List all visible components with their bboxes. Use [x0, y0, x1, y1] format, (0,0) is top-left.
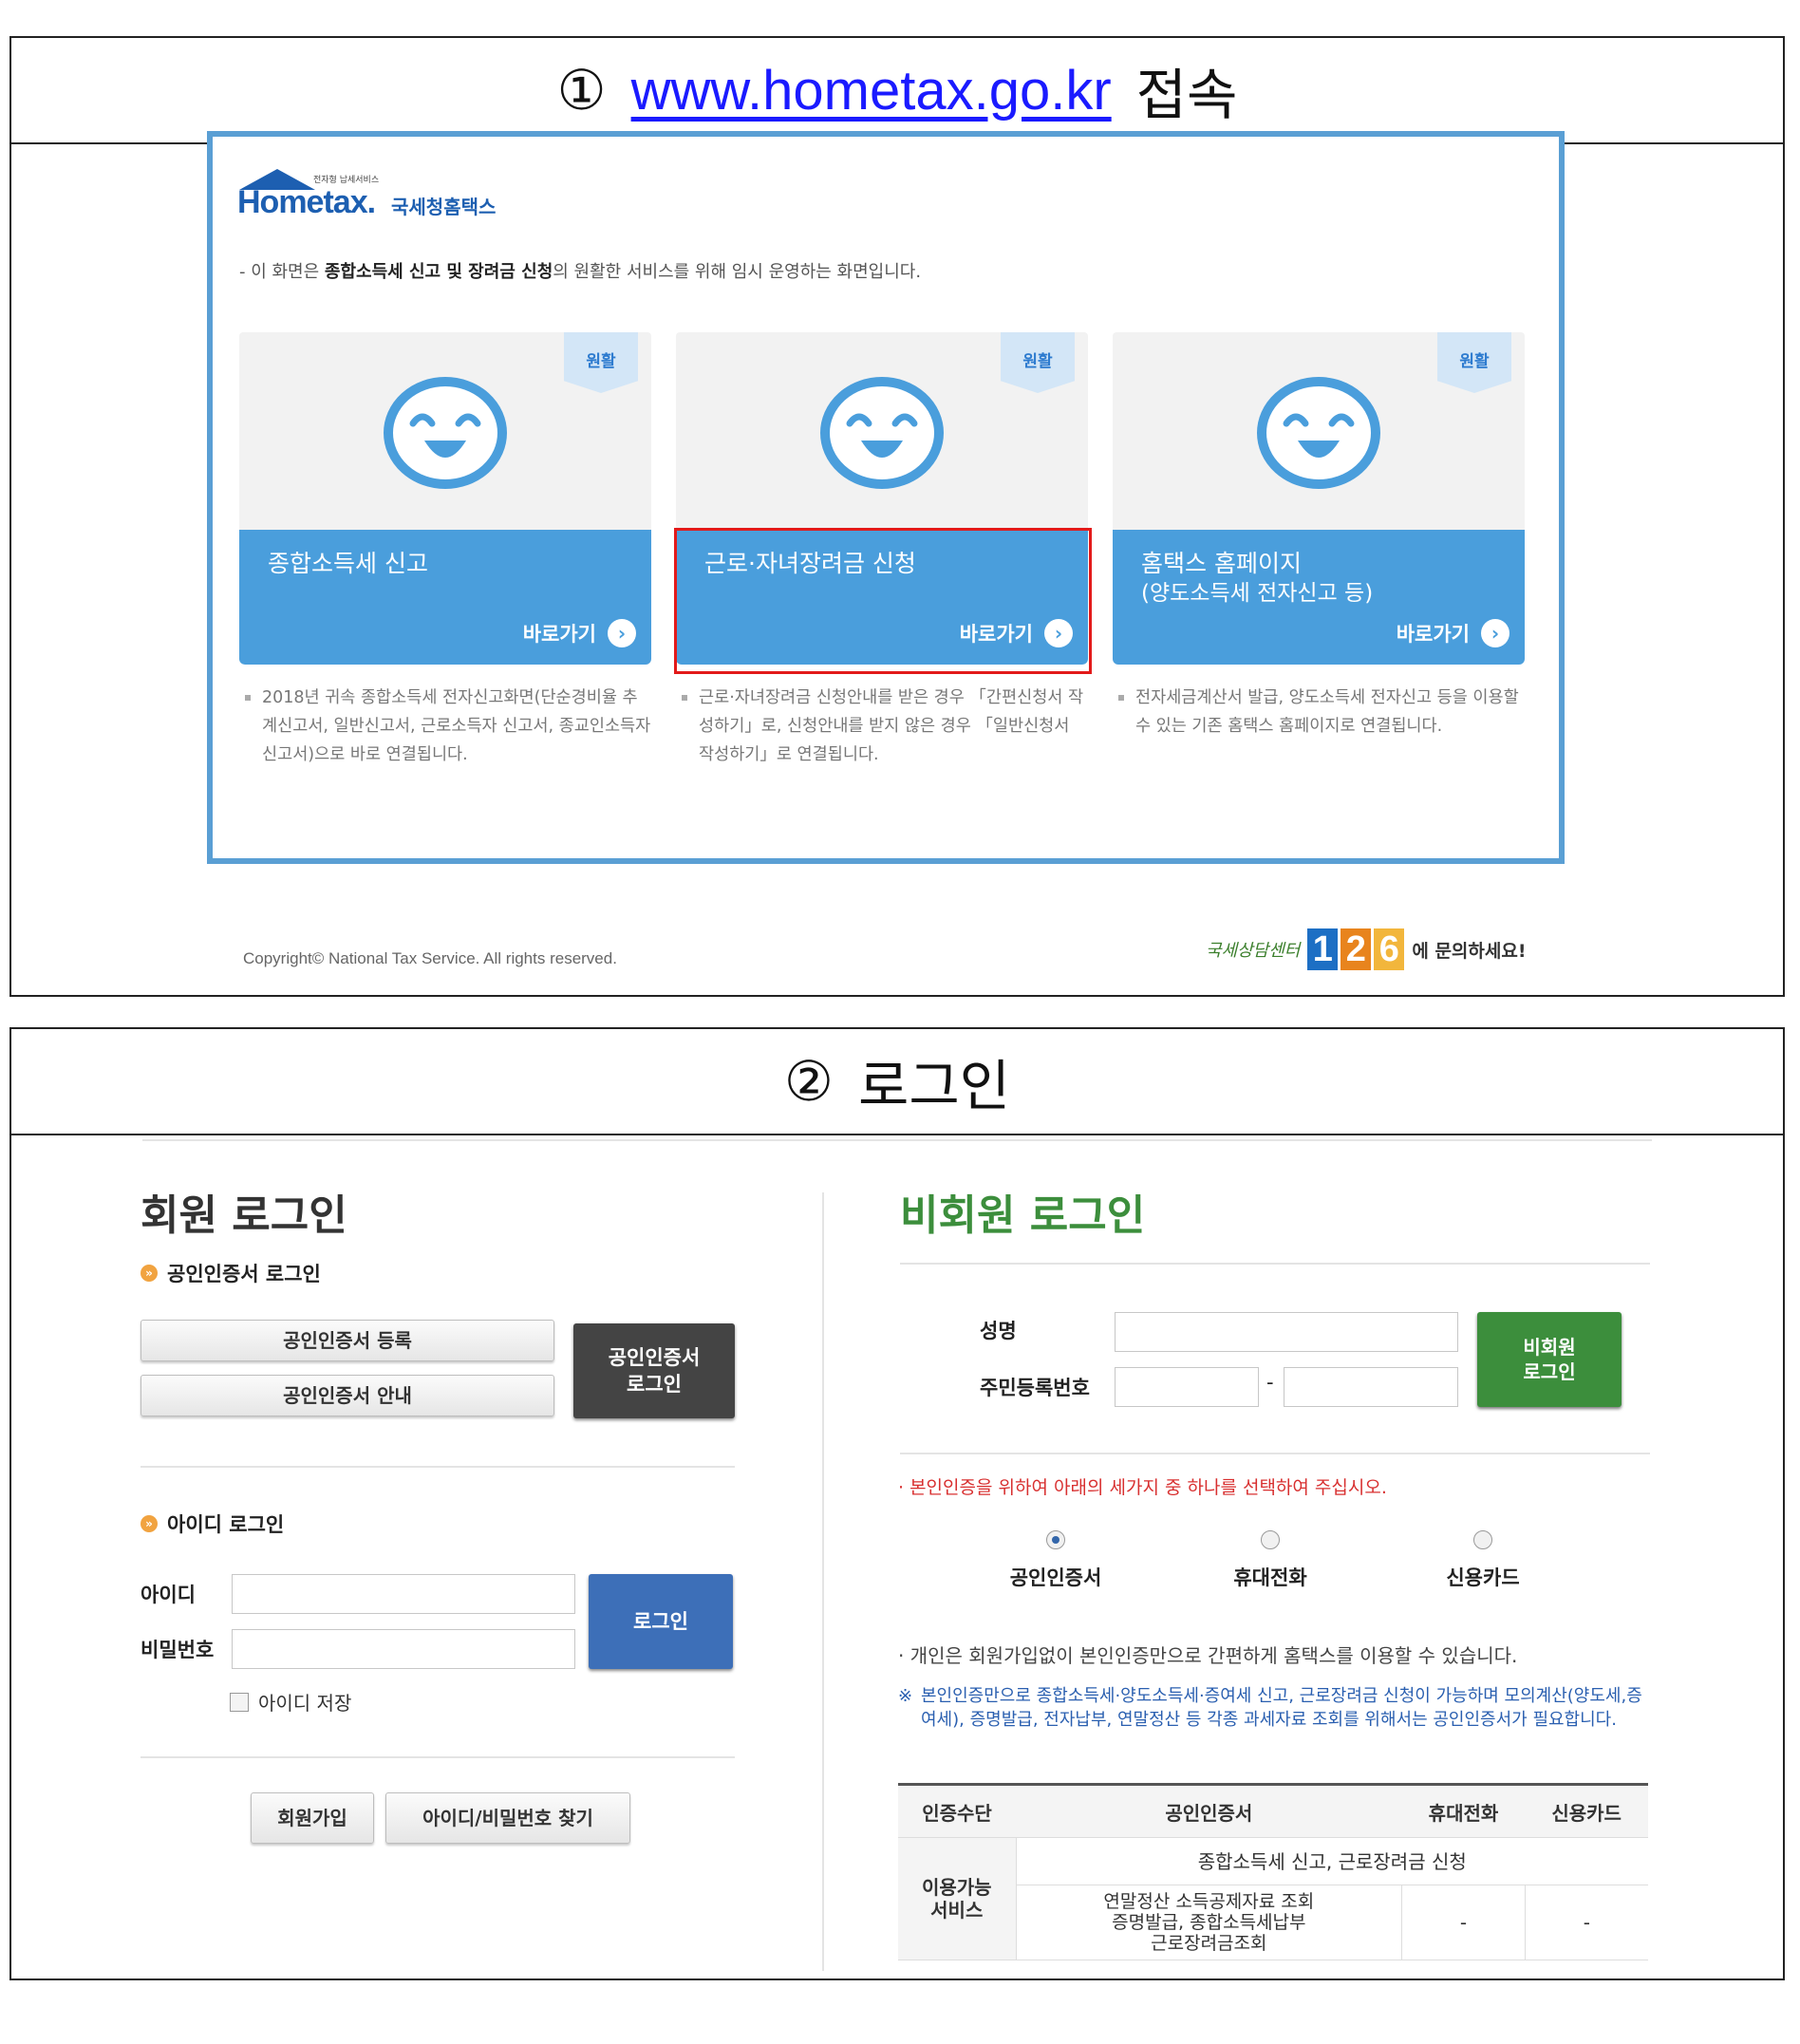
rrn-front-input[interactable] — [1115, 1367, 1259, 1407]
table-row-head: 이용가능 서비스 — [898, 1837, 1016, 1960]
logo-korean: 국세청홈택스 — [391, 196, 497, 218]
login-button[interactable]: 로그인 — [589, 1574, 733, 1669]
step2-action: 로그인 — [857, 1054, 1011, 1118]
rrn-separator: - — [1266, 1371, 1274, 1394]
chevron-right-icon: › — [608, 619, 636, 647]
hometax-landing-frame: 전자형 납세서비스 Hometax. 국세청홈택스 - 이 화면은 종합소득세 … — [207, 131, 1565, 864]
auth-option-phone[interactable]: 휴대전화 — [1194, 1530, 1346, 1591]
find-id-password-button[interactable]: 아이디/비밀번호 찾기 — [385, 1792, 630, 1844]
bullet-icon: » — [141, 1515, 158, 1532]
notice-highlight: 종합소득세 신고 및 장려금 신청 — [324, 262, 553, 282]
auth-service-table: 인증수단 공인인증서 휴대전화 신용카드 이용가능 서비스 종합소득세 신고, … — [898, 1783, 1648, 1960]
table-cell: 연말정산 소득공제자료 조회 증명발급, 종합소득세납부 근로장려금조회 — [1015, 1885, 1402, 1960]
radio-selected-icon[interactable] — [1046, 1530, 1065, 1549]
hometax-logo[interactable]: 전자형 납세서비스 Hometax. 국세청홈택스 — [237, 169, 541, 230]
step1-action: 접속 — [1135, 63, 1238, 127]
chevron-right-icon: › — [1481, 619, 1509, 647]
cert-login-button[interactable]: 공인인증서 로그인 — [573, 1323, 735, 1418]
login-column-divider — [822, 1192, 824, 1971]
login-top-divider — [142, 1139, 1652, 1141]
table-row: 이용가능 서비스 종합소득세 신고, 근로장려금 신청 — [898, 1837, 1648, 1960]
call-center-number: 1 2 6 — [1307, 928, 1405, 970]
divider — [900, 1263, 1650, 1265]
divider — [900, 1453, 1650, 1454]
step2-header: ② 로그인 — [11, 1029, 1783, 1135]
cert-register-button[interactable]: 공인인증서 등록 — [141, 1320, 554, 1361]
step1-number: ① — [556, 58, 607, 122]
card-description: 2018년 귀속 종합소득세 전자신고화면(단순경비율 추계신고서, 일반신고서… — [239, 684, 651, 769]
card-title: 종합소득세 신고 — [268, 550, 428, 577]
card-top: 원활 — [239, 332, 651, 530]
status-badge: 원활 — [1437, 332, 1511, 393]
table-header: 휴대전화 — [1401, 1783, 1526, 1838]
nonmember-login-button[interactable]: 비회원 로그인 — [1477, 1312, 1622, 1407]
rrn-label: 주민등록번호 — [980, 1377, 1090, 1399]
certificate-required-notice: ※ 본인인증만으로 종합소득세·양도소득세·증여세 신고, 근로장려금 신청이 … — [898, 1686, 1642, 1730]
table-header: 공인인증서 — [1016, 1783, 1402, 1838]
table-header: 신용카드 — [1525, 1783, 1648, 1838]
call-center-suffix: 에 문의하세요! — [1412, 940, 1527, 962]
call-center-label: 국세상담센터 — [1206, 941, 1301, 961]
divider — [141, 1466, 735, 1468]
highlight-box — [674, 528, 1092, 674]
auth-option-card[interactable]: 신용카드 — [1407, 1530, 1559, 1591]
card-top: 원활 — [676, 332, 1088, 530]
auth-option-certificate[interactable]: 공인인증서 — [980, 1530, 1132, 1591]
step1-header: ① www.hometax.go.kr 접속 — [11, 38, 1783, 144]
landing-notice: - 이 화면은 종합소득세 신고 및 장려금 신청의 원활한 서비스를 위해 임… — [239, 262, 922, 282]
copyright-text: Copyright© National Tax Service. All rig… — [243, 949, 617, 967]
cert-login-heading: » 공인인증서 로그인 — [141, 1259, 321, 1287]
save-id-checkbox[interactable]: 아이디 저장 — [230, 1688, 351, 1716]
hometax-url-link[interactable]: www.hometax.go.kr — [631, 59, 1112, 122]
divider — [141, 1756, 735, 1758]
bullet-icon: » — [141, 1265, 158, 1282]
table-cell: 종합소득세 신고, 근로장려금 신청 — [1015, 1837, 1648, 1885]
join-button[interactable]: 회원가입 — [251, 1792, 374, 1844]
auth-select-notice: · 본인인증을 위하여 아래의 세가지 중 하나를 선택하여 주십시오. — [898, 1477, 1387, 1498]
individual-notice: · 개인은 회원가입없이 본인인증만으로 간편하게 홈택스를 이용할 수 있습니… — [898, 1644, 1518, 1667]
member-login-title: 회원 로그인 — [141, 1191, 347, 1240]
id-input[interactable] — [232, 1574, 575, 1614]
step2-number: ② — [783, 1049, 834, 1114]
logo-wordmark: Hometax. — [237, 184, 376, 220]
go-link[interactable]: 바로가기 › — [523, 619, 636, 647]
go-link[interactable]: 바로가기 › — [1397, 619, 1509, 647]
call-center-banner: 국세상담센터 1 2 6 에 문의하세요! — [1206, 928, 1527, 970]
nonmember-login-title: 비회원 로그인 — [900, 1191, 1146, 1240]
id-login-heading: » 아이디 로그인 — [141, 1510, 284, 1538]
card-hometax-homepage: 원활 홈택스 홈페이지 (양도소득세 전자신고 등) 바로가기 › 전자세금계산서… — [1113, 332, 1525, 741]
name-input[interactable] — [1115, 1312, 1458, 1352]
smiley-face-icon — [1257, 377, 1380, 489]
card-subtitle: (양도소득세 전자신고 등) — [1141, 581, 1374, 606]
password-input[interactable] — [232, 1629, 575, 1669]
card-income-tax-button[interactable]: 종합소득세 신고 바로가기 › — [239, 530, 651, 665]
name-label: 성명 — [980, 1320, 1017, 1342]
table-header: 인증수단 — [898, 1783, 1016, 1838]
radio-icon[interactable] — [1473, 1530, 1492, 1549]
table-cell: - — [1401, 1885, 1526, 1960]
status-badge: 원활 — [1001, 332, 1075, 393]
password-label: 비밀번호 — [141, 1639, 215, 1661]
smiley-face-icon — [820, 377, 944, 489]
card-description: 전자세금계산서 발급, 양도소득세 전자신고 등을 이용할 수 있는 기존 홈택… — [1113, 684, 1525, 741]
card-title: 홈택스 홈페이지 — [1141, 550, 1302, 577]
radio-icon[interactable] — [1261, 1530, 1280, 1549]
card-hometax-homepage-button[interactable]: 홈택스 홈페이지 (양도소득세 전자신고 등) 바로가기 › — [1113, 530, 1525, 665]
card-income-tax: 원활 종합소득세 신고 바로가기 › 2018년 귀속 종합소득세 전자신고화면(… — [239, 332, 651, 769]
status-badge: 원활 — [564, 332, 638, 393]
cert-guide-button[interactable]: 공인인증서 안내 — [141, 1375, 554, 1416]
card-description: 근로·자녀장려금 신청안내를 받은 경우 「간편신청서 작성하기」로, 신청안내… — [676, 684, 1088, 769]
checkbox-icon[interactable] — [230, 1692, 249, 1712]
rrn-back-input[interactable] — [1284, 1367, 1458, 1407]
smiley-face-icon — [384, 377, 507, 489]
card-top: 원활 — [1113, 332, 1525, 530]
table-header-row: 인증수단 공인인증서 휴대전화 신용카드 — [898, 1783, 1648, 1838]
id-label: 아이디 — [141, 1584, 196, 1606]
table-cell: - — [1524, 1885, 1648, 1960]
